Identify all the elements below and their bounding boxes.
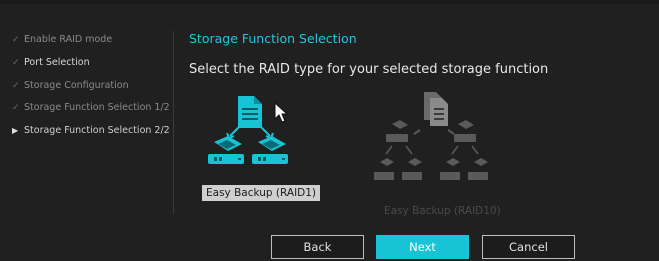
step-port-selection: ✓ Port Selection [12, 57, 90, 68]
disk-icon [386, 120, 408, 142]
check-icon: ✓ [12, 35, 20, 45]
step-label: Enable RAID mode [24, 34, 113, 45]
step-storage-function-1: ✓ Storage Function Selection 1/2 [12, 102, 170, 113]
check-icon: ✓ [12, 58, 20, 68]
check-icon: ✓ [12, 81, 20, 91]
step-label: Storage Function Selection 2/2 [24, 125, 170, 136]
next-button[interactable]: Next [376, 235, 469, 259]
back-button[interactable]: Back [271, 235, 364, 259]
step-enable-raid-mode: ✓ Enable RAID mode [12, 34, 112, 45]
top-border [0, 0, 659, 4]
raid10-option-label: Easy Backup (RAID10) [384, 205, 501, 217]
cancel-button[interactable]: Cancel [482, 235, 575, 259]
step-sidebar: ✓ Enable RAID mode ✓ Port Selection ✓ Stora… [0, 20, 172, 220]
check-icon: ✓ [12, 103, 20, 113]
document-icon [238, 96, 262, 128]
mouse-cursor-icon [274, 102, 289, 123]
raid10-option-icon [374, 92, 488, 180]
raid1-option-label[interactable]: Easy Backup (RAID1) [202, 185, 321, 201]
step-storage-function-2: ▶ Storage Function Selection 2/2 [12, 125, 170, 136]
disk-icon [454, 120, 476, 142]
current-step-arrow-icon: ▶ [12, 126, 19, 135]
step-label: Storage Configuration [24, 80, 129, 91]
step-storage-configuration: ✓ Storage Configuration [12, 80, 129, 91]
disk-icon [208, 136, 244, 164]
step-label: Storage Function Selection 1/2 [24, 102, 170, 113]
sidebar-divider [173, 31, 174, 214]
step-label: Port Selection [24, 57, 90, 68]
page-title: Storage Function Selection [189, 31, 357, 46]
disk-icon [252, 136, 288, 164]
wizard-window: ✓ Enable RAID mode ✓ Port Selection ✓ Stora… [0, 0, 659, 261]
instruction-text: Select the RAID type for your selected s… [189, 62, 549, 77]
